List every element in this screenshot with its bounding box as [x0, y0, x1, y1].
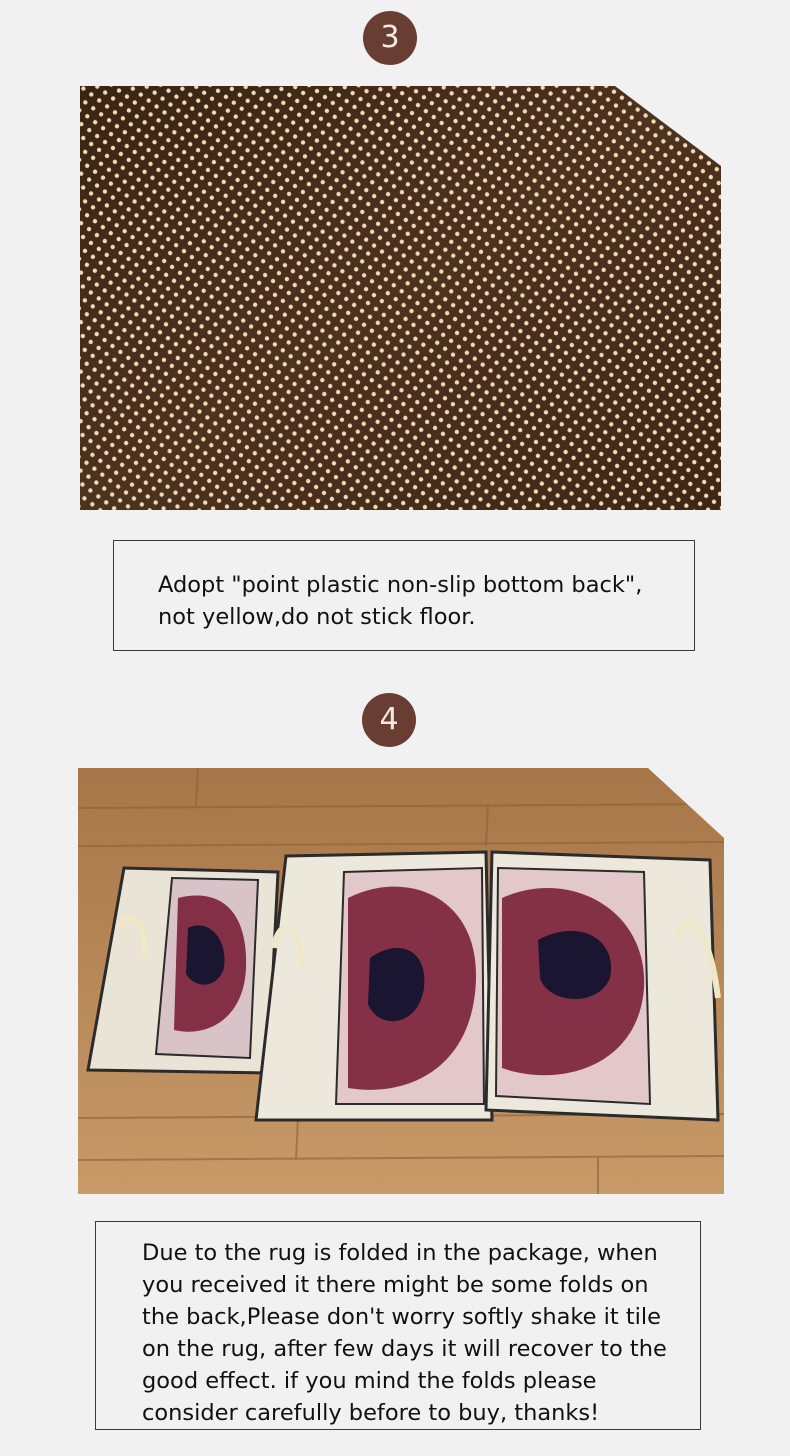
packaged-rugs-image: [78, 768, 724, 1194]
packaged-rugs-photo: [78, 768, 724, 1194]
step-badge-4: 4: [362, 693, 416, 747]
non-slip-backing-photo: [80, 86, 721, 510]
step-4-section: 4 Due to the rug is folded in the packag…: [0, 660, 790, 1456]
step-3-caption-box: Adopt "point plastic non-slip bottom bac…: [113, 540, 695, 651]
step-3-caption: Adopt "point plastic non-slip bottom bac…: [158, 572, 643, 630]
step-3-section: 3 Adopt "point plastic non-slip bottom b…: [0, 0, 790, 660]
step-number: 3: [380, 20, 400, 55]
step-number: 4: [379, 702, 399, 737]
storage-bag-middle: [254, 850, 494, 1122]
step-4-caption: Due to the rug is folded in the package,…: [142, 1240, 667, 1426]
storage-bag-right: [484, 850, 721, 1122]
step-badge-3: 3: [363, 11, 417, 65]
step-4-caption-box: Due to the rug is folded in the package,…: [95, 1221, 701, 1430]
dotted-backing-image: [80, 86, 721, 510]
